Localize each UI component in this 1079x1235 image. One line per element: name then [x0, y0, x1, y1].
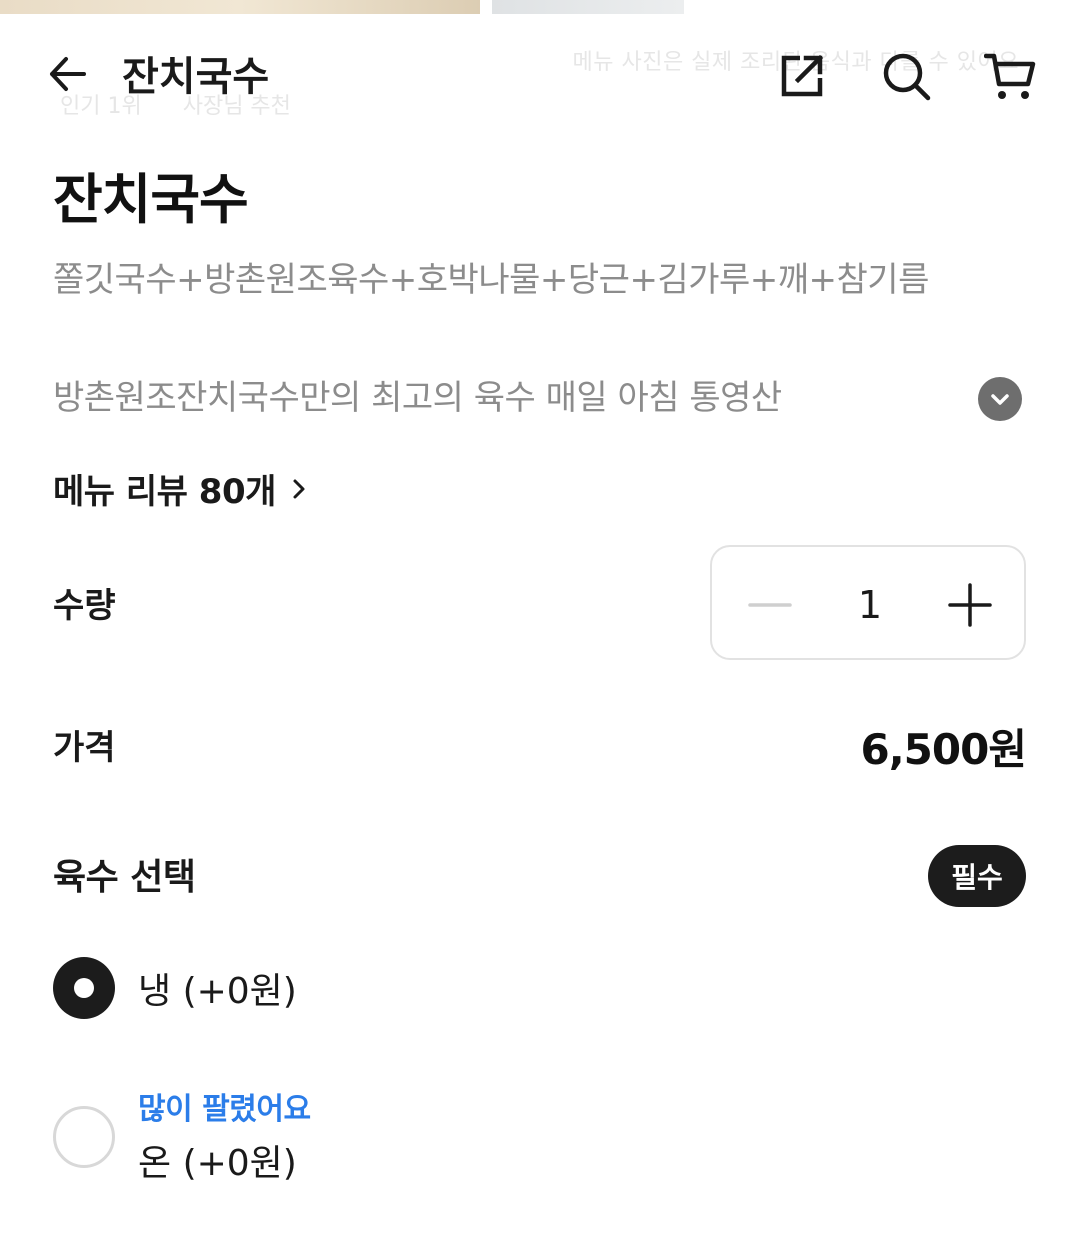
menu-description: 쫄깃국수+방촌원조육수+호박나물+당근+김가루+깨+참기름 — [53, 260, 929, 300]
decrease-quantity-button[interactable] — [742, 577, 798, 633]
menu-photo-secondary — [492, 0, 684, 14]
required-badge: 필수 — [928, 845, 1026, 907]
quantity-label: 수량 — [53, 586, 116, 626]
menu-description-more: 방촌원조잔치국수만의 최고의 육수 매일 아침 통영산 — [53, 378, 782, 418]
plus-icon — [948, 583, 992, 627]
share-button[interactable] — [776, 50, 828, 102]
review-link-label: 메뉴 리뷰 80개 — [53, 472, 276, 512]
option-radio-cold[interactable] — [53, 957, 115, 1019]
chevron-down-icon — [991, 394, 1009, 405]
back-button[interactable] — [44, 50, 92, 98]
menu-photo — [0, 0, 480, 14]
price-label: 가격 — [53, 728, 116, 768]
cart-icon — [983, 53, 1036, 99]
quantity-value: 1 — [857, 583, 883, 627]
menu-title: 잔치국수 — [53, 168, 249, 231]
expand-description-button[interactable] — [978, 377, 1022, 421]
option-radio-hot[interactable] — [53, 1106, 115, 1168]
popular-badge: 많이 팔렸어요 — [138, 1092, 311, 1127]
quantity-stepper: 1 — [710, 545, 1026, 660]
top-bar: 메뉴 사진은 실제 조리된 음식과 다를 수 있어요 인기 1위 사장님 추천 … — [0, 14, 1079, 129]
price-value: 6,500원 — [860, 725, 1027, 774]
menu-photo-strip — [0, 0, 1079, 14]
chevron-right-icon — [293, 479, 305, 498]
option-group-title: 육수 선택 — [53, 857, 196, 898]
search-icon — [883, 53, 931, 101]
header-title: 잔치국수 — [122, 54, 270, 100]
search-button[interactable] — [880, 50, 932, 102]
option-label-hot[interactable]: 온 (+0원) — [138, 1134, 297, 1186]
menu-review-link[interactable]: 메뉴 리뷰 80개 — [53, 464, 312, 513]
minus-icon — [748, 603, 792, 607]
share-icon — [781, 54, 824, 97]
option-label-cold[interactable]: 냉 (+0원) — [138, 962, 297, 1014]
increase-quantity-button[interactable] — [942, 577, 998, 633]
cart-button[interactable] — [983, 50, 1036, 102]
back-arrow-icon — [50, 57, 86, 91]
